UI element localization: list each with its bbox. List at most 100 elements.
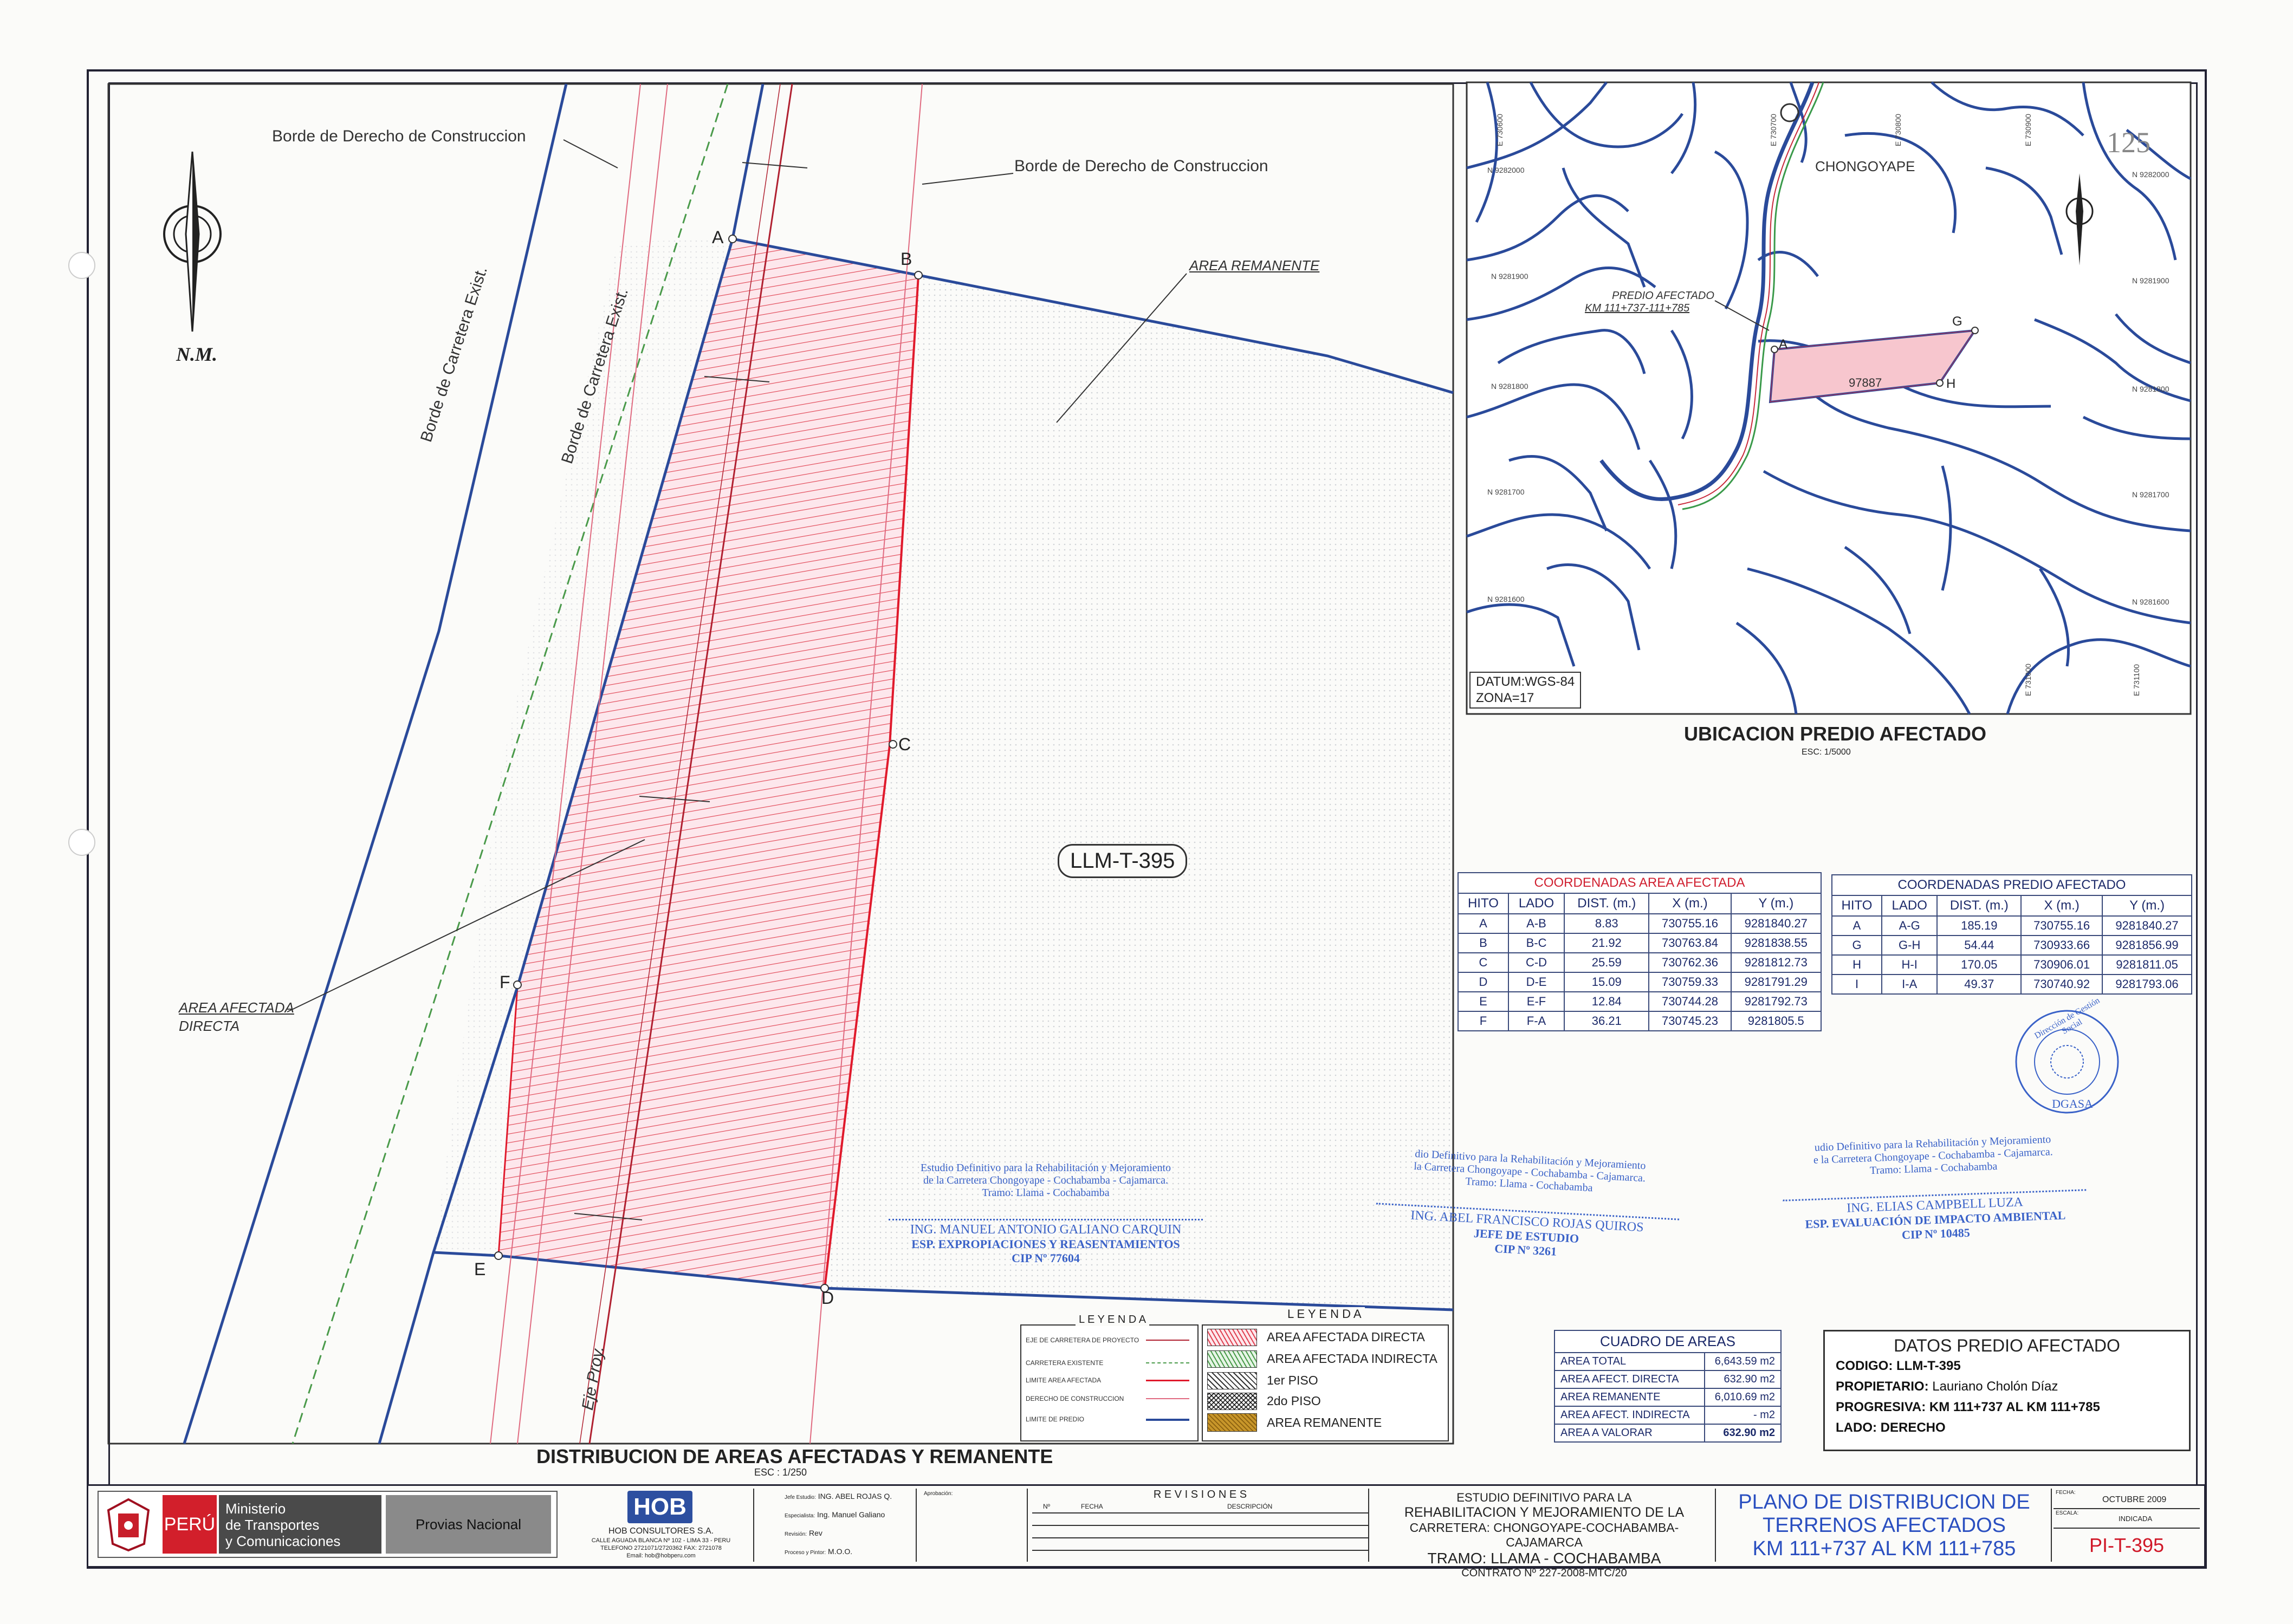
- cell: 730763.84: [1648, 933, 1732, 953]
- table-row: G G-H 54.44 730933.66 9281856.99: [1831, 935, 2192, 956]
- responsables-block: Jefe Estudio: ING. ABEL ROJAS Q. Especia…: [780, 1489, 917, 1562]
- cell: - m2: [1703, 1406, 1782, 1425]
- progresiva-value: KM 111+737 AL KM 111+785: [1929, 1400, 2100, 1414]
- area-afectada-label: AREA AFECTADA DIRECTA: [179, 998, 294, 1035]
- map-scale: ESC: 1/5000: [1802, 748, 1851, 757]
- table-row: C C-D 25.59 730762.36 9281812.73: [1458, 952, 1822, 973]
- cell: 170.05: [1936, 954, 2022, 975]
- area-afectada-label-2: DIRECTA: [179, 1018, 240, 1034]
- table-row: I I-A 49.37 730740.92 9281793.06: [1831, 974, 2192, 995]
- point-c-label: C: [898, 735, 911, 754]
- point-c-marker: [889, 740, 897, 749]
- cell: 730745.23: [1648, 1011, 1732, 1031]
- estudio-line: ESTUDIO DEFINITIVO PARA LA: [1456, 1491, 1632, 1504]
- cell: 8.83: [1564, 913, 1650, 934]
- map-grid-e-6: E 731100: [2132, 664, 2141, 696]
- cell: 730740.92: [2020, 974, 2103, 995]
- cell: 49.37: [1936, 974, 2022, 995]
- hob-email: Email: hob@hobperu.com: [626, 1552, 696, 1559]
- table-row: B B-C 21.92 730763.84 9281838.55: [1458, 933, 1822, 953]
- cell: 9281812.73: [1730, 952, 1822, 973]
- cell: A: [1458, 913, 1509, 934]
- plano-title-block: PLANO DE DISTRIBUCION DE TERRENOS AFECTA…: [1718, 1489, 2052, 1562]
- resp-row: Revisión: Rev: [785, 1529, 822, 1537]
- map-grid-e-3: E 730800: [1894, 114, 1902, 146]
- cell: G-H: [1881, 935, 1938, 956]
- point-b-label: B: [901, 249, 912, 269]
- jefe-value: ING. ABEL ROJAS Q.: [818, 1492, 892, 1500]
- plano-code: PI-T-395: [2089, 1534, 2165, 1556]
- cell: H-I: [1881, 954, 1938, 975]
- area-afectada-label-1: AREA AFECTADA: [179, 999, 294, 1016]
- table-row: AREA A VALORAR 632.90 m2: [1554, 1424, 1782, 1443]
- map-point-a-label: A: [1779, 337, 1788, 352]
- stamp-name: ING. MANUEL ANTONIO GALIANO CARQUIN: [889, 1219, 1203, 1237]
- cell: AREA AFECT. INDIRECTA: [1554, 1406, 1705, 1425]
- cell: 730933.66: [2020, 935, 2103, 956]
- area-remanente-label: AREA REMANENTE: [1189, 257, 1320, 274]
- legend-swatch-2do-piso: [1207, 1393, 1257, 1410]
- map-point-h: [1936, 379, 1944, 387]
- col-dist: DIST. (m.): [1564, 893, 1650, 914]
- map-grid-e-4: E 730900: [2024, 114, 2032, 146]
- plano-line: PLANO DE DISTRIBUCION DE: [1738, 1491, 2030, 1513]
- cell: 9281840.27: [1730, 913, 1822, 934]
- table-row: AREA TOTAL 6,643.59 m2: [1554, 1352, 1782, 1371]
- cell: E: [1458, 991, 1509, 1012]
- map-point-h-label: H: [1946, 376, 1956, 391]
- map-grid-n-5-right: N 9281600: [2132, 597, 2169, 606]
- cell: F-A: [1507, 1011, 1565, 1031]
- hob-address: CALLE AGUADA BLANCA Nº 102 - LIMA 33 - P…: [591, 1537, 731, 1544]
- estudio-line: REHABILITACION Y MEJORAMIENTO DE LA: [1404, 1505, 1685, 1520]
- map-point-a: [1771, 346, 1778, 353]
- table-row: A A-B 8.83 730755.16 9281840.27: [1458, 913, 1822, 934]
- cell: H: [1831, 954, 1883, 975]
- revisiones-col-no: Nº: [1043, 1503, 1051, 1510]
- plano-line: KM 111+737 AL KM 111+785: [1752, 1537, 2016, 1560]
- map-point-g: [1971, 327, 1979, 334]
- coord-afectada-table: COORDENADAS AREA AFECTADA HITO LADO DIST…: [1458, 872, 1822, 1031]
- stamp-line: Estudio Definitivo para la Rehabilitació…: [920, 1162, 1171, 1174]
- meta-block: FECHA: OCTUBRE 2009 ESCALA: INDICADA PI-…: [2054, 1489, 2200, 1562]
- escala-row: ESCALA: INDICADA: [2054, 1509, 2200, 1529]
- stamp-galiano: Estudio Definitivo para la Rehabilitació…: [889, 1162, 1203, 1265]
- estudio-line: TRAMO: LLAMA - COCHABAMBA: [1427, 1550, 1661, 1567]
- map-datum-1: DATUM:WGS-84: [1476, 674, 1575, 689]
- leyenda-left-line: [1146, 1380, 1189, 1381]
- leyenda-left-item: CARRETERA EXISTENTE: [1026, 1359, 1104, 1367]
- revisiones-col-fecha: FECHA: [1081, 1503, 1103, 1510]
- cell: 730759.33: [1648, 972, 1732, 992]
- cell: 9281791.29: [1730, 972, 1822, 992]
- point-f-label: F: [500, 972, 510, 992]
- north-label: N.M.: [176, 343, 218, 365]
- table-row: H H-I 170.05 730906.01 9281811.05: [1831, 954, 2192, 975]
- map-grid-n-5: N 9281600: [1487, 595, 1525, 603]
- stamp-rojas: dio Definitivo para la Rehabilitación y …: [1374, 1146, 1682, 1265]
- lado-label: LADO:: [1836, 1420, 1877, 1435]
- map-grid-n-4: N 9281700: [1487, 488, 1525, 496]
- propietario-label: PROPIETARIO:: [1836, 1379, 1929, 1394]
- parcel-code: LLM-T-395: [1058, 844, 1188, 878]
- cell: 9281840.27: [2102, 915, 2192, 936]
- estudio-line: CARRETERA: CHONGOYAPE-COCHABAMBA-CAJAMAR…: [1409, 1521, 1679, 1549]
- table-row: E E-F 12.84 730744.28 9281792.73: [1458, 991, 1822, 1012]
- propietario-value: Lauriano Cholón Díaz: [1932, 1379, 2058, 1394]
- aprobacion-divider: [1027, 1489, 1028, 1562]
- main-plan: [107, 83, 1454, 1445]
- cuadro-areas-title: CUADRO DE AREAS: [1554, 1330, 1782, 1353]
- datos-progresiva: PROGRESIVA: KM 111+737 AL KM 111+785: [1836, 1400, 2100, 1415]
- proc-value: M.O.O.: [828, 1547, 853, 1556]
- cell: C-D: [1507, 952, 1565, 973]
- proc-label: Proceso y Pintor:: [785, 1550, 826, 1556]
- contrato: CONTRATO Nº 227-2008-MTC/20: [1461, 1567, 1627, 1579]
- point-e-label: E: [474, 1259, 486, 1279]
- cell: I-A: [1881, 974, 1938, 995]
- plan-title: DISTRIBUCION DE AREAS AFECTADAS Y REMANE…: [536, 1445, 1053, 1467]
- esp-label: Especialista:: [785, 1513, 815, 1519]
- map-datum-2: ZONA=17: [1476, 691, 1534, 705]
- point-f-marker: [513, 980, 522, 989]
- cell: AREA REMANENTE: [1554, 1388, 1705, 1407]
- escala-value: INDICADA: [2119, 1515, 2153, 1523]
- cell: 730744.28: [1648, 991, 1732, 1012]
- cell: 21.92: [1564, 933, 1650, 953]
